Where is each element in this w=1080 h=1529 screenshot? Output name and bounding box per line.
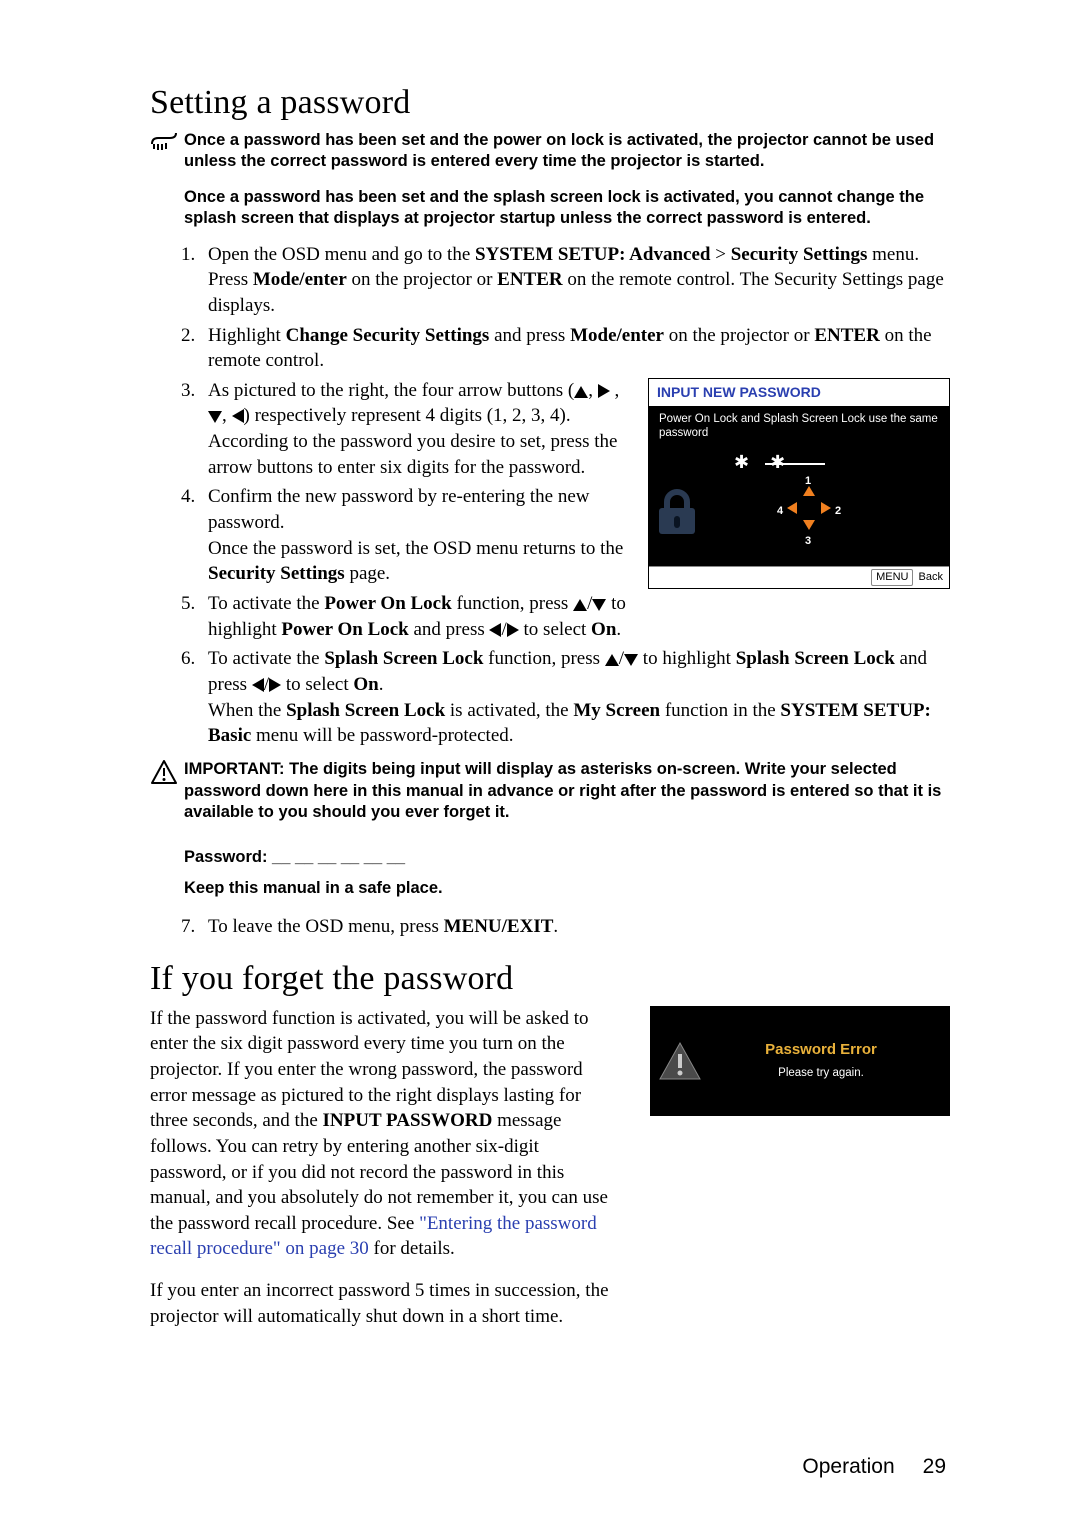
arrow-right-icon xyxy=(598,384,610,398)
osd-input-new-password: INPUT NEW PASSWORD Power On Lock and Spl… xyxy=(648,378,950,589)
arrow-up-icon xyxy=(803,486,815,496)
arrow-up-icon xyxy=(605,654,619,666)
notice-splash-screen-lock: Once a password has been set and the spl… xyxy=(184,187,950,230)
arrow-down-icon xyxy=(208,411,222,423)
osd-title: INPUT NEW PASSWORD xyxy=(649,379,949,406)
arrow-down-icon xyxy=(624,654,638,666)
arrow-left-icon xyxy=(252,678,264,692)
arrow-up-icon xyxy=(574,386,588,398)
osd-cursor xyxy=(765,463,825,465)
step-3: INPUT NEW PASSWORD Power On Lock and Spl… xyxy=(200,378,950,481)
arrow-down-icon xyxy=(592,599,606,611)
forget-password-paragraph: If the password function is activated, y… xyxy=(150,1006,615,1262)
arrow-right-icon xyxy=(269,678,281,692)
step-2: Highlight Change Security Settings and p… xyxy=(200,323,950,374)
notice-power-on-lock: Once a password has been set and the pow… xyxy=(184,130,950,173)
heading-forget-password: If you forget the password xyxy=(150,956,950,1002)
lock-icon xyxy=(655,486,699,536)
arrow-down-icon xyxy=(803,520,815,530)
heading-setting-password: Setting a password xyxy=(150,80,950,126)
warning-icon xyxy=(650,1040,710,1082)
arrow-left-icon xyxy=(489,623,501,637)
arrow-right-icon xyxy=(507,623,519,637)
footer-page-number: 29 xyxy=(923,1455,946,1478)
keep-manual-notice: Keep this manual in a safe place. xyxy=(184,878,950,900)
page-footer: Operation 29 xyxy=(802,1453,946,1481)
lockout-paragraph: If you enter an incorrect password 5 tim… xyxy=(150,1278,615,1329)
step-6: To activate the Splash Screen Lock funct… xyxy=(200,646,950,749)
osd-error-title: Password Error xyxy=(710,1040,932,1060)
warning-icon xyxy=(150,759,184,785)
step-1: Open the OSD menu and go to the SYSTEM S… xyxy=(200,242,950,319)
osd-subtitle: Power On Lock and Splash Screen Lock use… xyxy=(659,412,939,441)
hand-note-icon xyxy=(150,130,184,152)
footer-section: Operation xyxy=(802,1455,894,1478)
osd-footer: MENU Back xyxy=(649,566,949,588)
osd-password-error: Password Error Please try again. xyxy=(650,1006,950,1116)
osd-menu-button-label: MENU xyxy=(871,569,913,586)
arrow-up-icon xyxy=(573,599,587,611)
important-notice: IMPORTANT: The digits being input will d… xyxy=(184,759,950,824)
step-7: To leave the OSD menu, press MENU/EXIT. xyxy=(200,914,950,940)
arrow-left-icon xyxy=(232,409,244,423)
step-5: To activate the Power On Lock function, … xyxy=(200,591,950,642)
password-write-line: Password: __ __ __ __ __ __ xyxy=(184,846,950,868)
osd-dpad: 1 2 3 4 xyxy=(769,478,849,550)
osd-error-subtitle: Please try again. xyxy=(710,1066,932,1082)
arrow-left-icon xyxy=(787,502,797,514)
arrow-right-icon xyxy=(821,502,831,514)
